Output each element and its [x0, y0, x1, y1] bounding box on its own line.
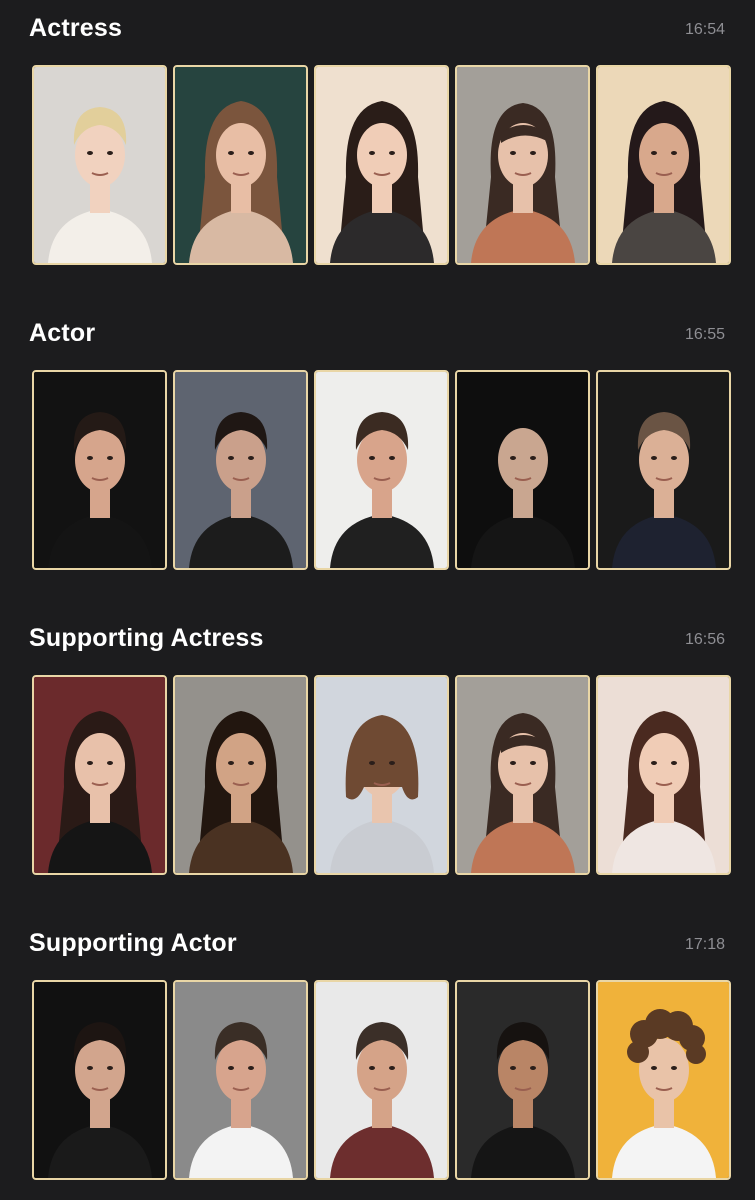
- section-timestamp: 16:56: [684, 631, 725, 648]
- nominee-portrait-card[interactable]: [455, 980, 590, 1180]
- nominee-portrait-card[interactable]: [596, 65, 731, 265]
- portrait-photo: [598, 372, 729, 568]
- nominee-card-row: [32, 370, 732, 570]
- portrait-photo: [457, 982, 588, 1178]
- portrait-photo: [34, 372, 165, 568]
- portrait-photo: [598, 982, 729, 1178]
- nominee-portrait-card[interactable]: [314, 65, 449, 265]
- nominee-portrait-card[interactable]: [314, 370, 449, 570]
- portrait-photo: [34, 67, 165, 263]
- nominee-card-row: [32, 675, 732, 875]
- section-title: Actress: [29, 14, 123, 42]
- nominee-portrait-card[interactable]: [173, 65, 308, 265]
- nominee-portrait-card[interactable]: [173, 675, 308, 875]
- nominee-portrait-card[interactable]: [596, 675, 731, 875]
- nominee-portrait-card[interactable]: [32, 675, 167, 875]
- portrait-photo: [316, 67, 447, 263]
- portrait-photo: [175, 67, 306, 263]
- nominee-portrait-card[interactable]: [596, 370, 731, 570]
- section-header: Actress 16:54: [0, 0, 755, 42]
- nominee-portrait-card[interactable]: [173, 370, 308, 570]
- nominee-portrait-card[interactable]: [455, 370, 590, 570]
- portrait-photo: [316, 982, 447, 1178]
- nominee-portrait-card[interactable]: [455, 65, 590, 265]
- nominee-portrait-card[interactable]: [455, 675, 590, 875]
- nominee-portrait-card[interactable]: [596, 980, 731, 1180]
- portrait-photo: [457, 677, 588, 873]
- nominee-portrait-card[interactable]: [173, 980, 308, 1180]
- nominee-card-row: [32, 65, 732, 265]
- nominee-portrait-card[interactable]: [32, 980, 167, 1180]
- section-timestamp: 17:18: [684, 936, 725, 953]
- portrait-photo: [175, 982, 306, 1178]
- section-timestamp: 16:55: [684, 326, 725, 343]
- section-header: Supporting Actor 17:18: [0, 915, 755, 957]
- portrait-photo: [34, 982, 165, 1178]
- section-title: Supporting Actress: [29, 624, 264, 652]
- nominee-portrait-card[interactable]: [32, 65, 167, 265]
- section-header: Supporting Actress 16:56: [0, 610, 755, 652]
- nominee-portrait-card[interactable]: [32, 370, 167, 570]
- portrait-photo: [598, 67, 729, 263]
- nominee-portrait-card[interactable]: [314, 675, 449, 875]
- portrait-photo: [598, 677, 729, 873]
- portrait-photo: [175, 677, 306, 873]
- portrait-photo: [316, 677, 447, 873]
- portrait-photo: [457, 372, 588, 568]
- portrait-photo: [457, 67, 588, 263]
- portrait-photo: [34, 677, 165, 873]
- nominee-card-row: [32, 980, 732, 1180]
- nominee-portrait-card[interactable]: [314, 980, 449, 1180]
- portrait-photo: [316, 372, 447, 568]
- portrait-photo: [175, 372, 306, 568]
- section-title: Actor: [29, 319, 96, 347]
- section-title: Supporting Actor: [29, 929, 237, 957]
- section-header: Actor 16:55: [0, 305, 755, 347]
- section-timestamp: 16:54: [684, 21, 725, 38]
